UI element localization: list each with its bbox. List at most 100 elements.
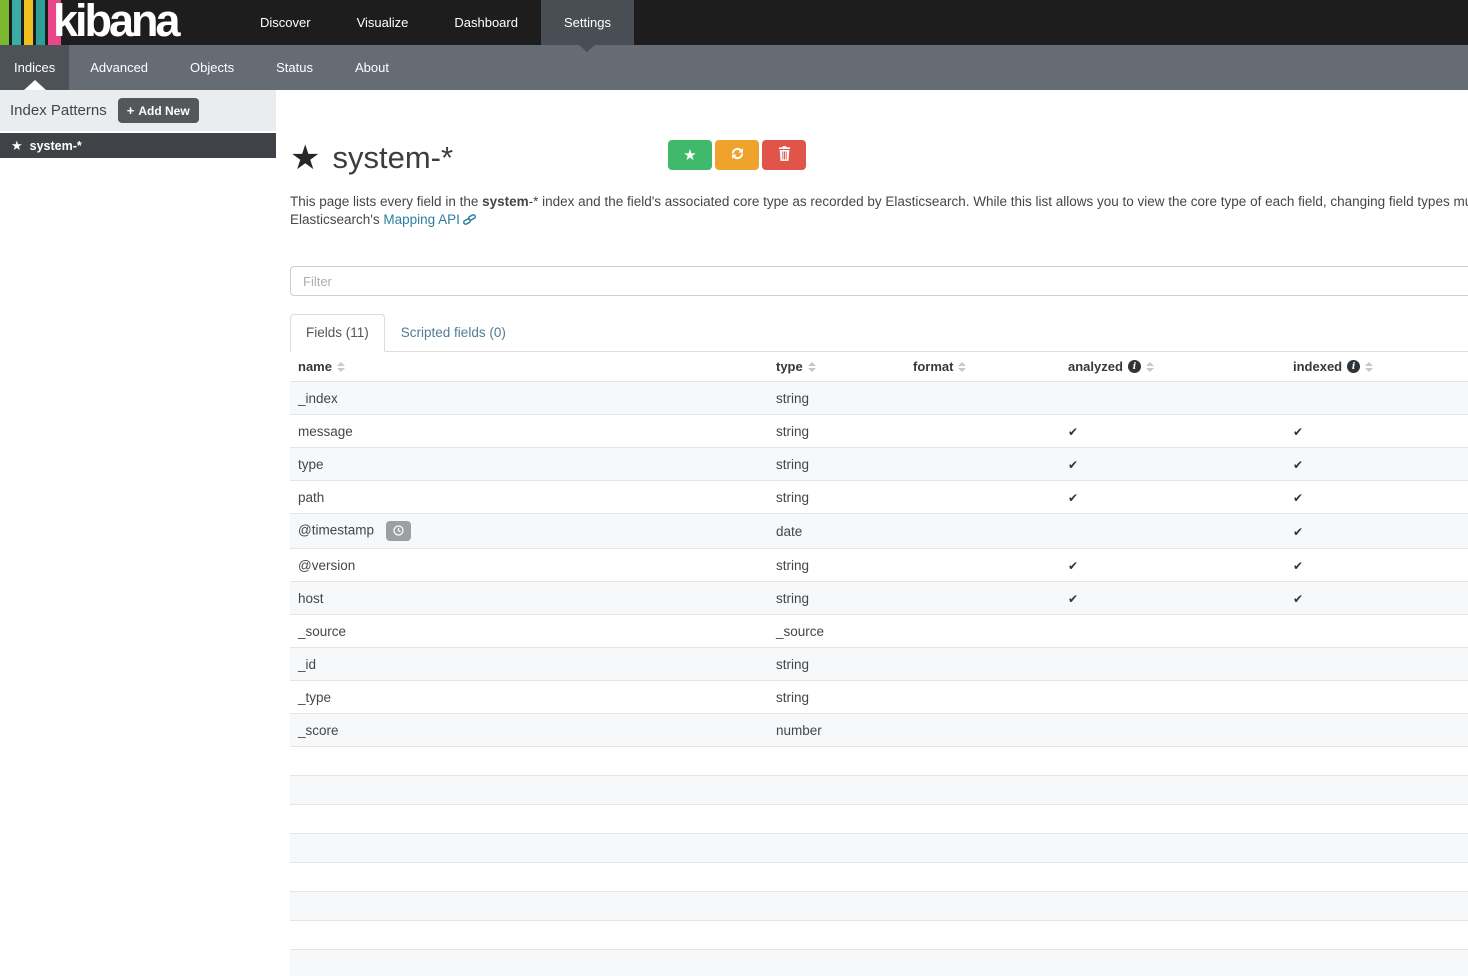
field-indexed-cell: ✔: [1285, 549, 1468, 582]
delete-index-pattern-button[interactable]: [762, 140, 806, 170]
field-analyzed-cell: [1060, 648, 1285, 681]
field-analyzed-cell: [1060, 382, 1285, 415]
field-format-cell: [905, 582, 1060, 615]
info-icon: i: [1347, 360, 1360, 373]
field-type-cell: _source: [768, 615, 905, 648]
indexed-check-icon: ✔: [1293, 559, 1303, 573]
set-default-index-button[interactable]: ★: [668, 140, 712, 170]
info-icon: i: [1128, 360, 1141, 373]
empty-cell: [290, 950, 1468, 976]
field-format-cell: [905, 415, 1060, 448]
field-format-cell: [905, 481, 1060, 514]
field-indexed-cell: [1285, 648, 1468, 681]
column-header-analyzed[interactable]: analyzedi: [1060, 352, 1285, 382]
column-header-name[interactable]: name: [290, 352, 768, 382]
field-name: _index: [298, 391, 338, 406]
kibana-logo-text: kibana: [53, 0, 178, 45]
field-name: _id: [298, 657, 316, 672]
analyzed-check-icon: ✔: [1068, 491, 1078, 505]
field-format-cell: [905, 382, 1060, 415]
table-row: _scorenumber: [290, 714, 1468, 747]
empty-table-row: [290, 776, 1468, 805]
nav-item-dashboard[interactable]: Dashboard: [431, 0, 541, 45]
field-indexed-cell: ✔: [1285, 582, 1468, 615]
indexed-check-icon: ✔: [1293, 425, 1303, 439]
column-header-type[interactable]: type: [768, 352, 905, 382]
empty-cell: [290, 892, 1468, 921]
subnav-item-indices[interactable]: Indices: [0, 45, 69, 90]
field-analyzed-cell: [1060, 615, 1285, 648]
subnav-item-objects[interactable]: Objects: [169, 45, 255, 90]
field-name-cell: path: [290, 481, 768, 514]
field-name-cell: message: [290, 415, 768, 448]
nav-item-discover[interactable]: Discover: [237, 0, 334, 45]
field-format-cell: [905, 448, 1060, 481]
description-index-suffix: -*: [529, 194, 539, 209]
time-field-toggle-button[interactable]: [386, 521, 411, 541]
analyzed-check-icon: ✔: [1068, 559, 1078, 573]
empty-table-row: [290, 950, 1468, 976]
kibana-logo-bars-icon: [0, 0, 61, 45]
sort-icon: [808, 362, 816, 372]
sidebar-item-label: system-*: [30, 139, 82, 153]
field-indexed-cell: [1285, 615, 1468, 648]
fields-tabs: Fields (11) Scripted fields (0): [290, 314, 1468, 352]
field-type-cell: string: [768, 648, 905, 681]
table-row: @timestamp date ✔: [290, 514, 1468, 549]
tab-scripted-fields[interactable]: Scripted fields (0): [385, 314, 522, 352]
empty-table-row: [290, 892, 1468, 921]
link-icon: [463, 213, 476, 226]
field-name: @version: [298, 558, 355, 573]
column-label: name: [298, 359, 332, 374]
field-name-cell: _id: [290, 648, 768, 681]
field-type-cell: string: [768, 582, 905, 615]
field-format-cell: [905, 681, 1060, 714]
empty-table-row: [290, 863, 1468, 892]
field-name: @timestamp: [298, 523, 374, 538]
empty-cell: [290, 921, 1468, 950]
field-analyzed-cell: [1060, 681, 1285, 714]
indexed-check-icon: ✔: [1293, 525, 1303, 539]
column-header-indexed[interactable]: indexedi: [1285, 352, 1468, 382]
subnav-item-about[interactable]: About: [334, 45, 410, 90]
star-icon: ★: [11, 139, 23, 152]
tab-fields[interactable]: Fields (11): [290, 314, 385, 352]
empty-cell: [290, 747, 1468, 776]
refresh-fields-button[interactable]: [715, 140, 759, 170]
field-indexed-cell: ✔: [1285, 448, 1468, 481]
description-text: This page lists every field in the: [290, 194, 482, 209]
empty-cell: [290, 776, 1468, 805]
analyzed-check-icon: ✔: [1068, 458, 1078, 472]
subnav-item-status[interactable]: Status: [255, 45, 334, 90]
field-name-cell: _index: [290, 382, 768, 415]
nav-item-settings[interactable]: Settings: [541, 0, 634, 45]
field-format-cell: [905, 648, 1060, 681]
field-type-cell: date: [768, 514, 905, 549]
field-analyzed-cell: ✔: [1060, 582, 1285, 615]
sort-icon: [1146, 362, 1154, 372]
field-format-cell: [905, 714, 1060, 747]
page-description: This page lists every field in the syste…: [290, 193, 1468, 229]
nav-item-visualize[interactable]: Visualize: [334, 0, 432, 45]
field-analyzed-cell: ✔: [1060, 549, 1285, 582]
sort-icon: [1365, 362, 1373, 372]
add-new-button[interactable]: + Add New: [118, 98, 199, 123]
index-patterns-sidebar: Index Patterns + Add New ★ system-*: [0, 90, 276, 158]
fields-table: name type format analyzedi indexedi _ind…: [290, 352, 1468, 976]
subnav-item-advanced[interactable]: Advanced: [69, 45, 169, 90]
empty-table-row: [290, 834, 1468, 863]
index-action-buttons: ★: [668, 140, 806, 170]
field-name: _type: [298, 690, 331, 705]
kibana-logo[interactable]: kibana: [0, 0, 237, 45]
column-header-format[interactable]: format: [905, 352, 1060, 382]
field-name-cell: _score: [290, 714, 768, 747]
table-row: hoststring✔✔: [290, 582, 1468, 615]
sidebar-item-system-pattern[interactable]: ★ system-*: [0, 133, 276, 158]
mapping-api-link[interactable]: Mapping API: [383, 212, 476, 227]
filter-input[interactable]: [290, 266, 1468, 296]
field-name-cell: _source: [290, 615, 768, 648]
app-nav-items: Discover Visualize Dashboard Settings: [237, 0, 634, 45]
field-format-cell: [905, 549, 1060, 582]
table-row: @versionstring✔✔: [290, 549, 1468, 582]
field-analyzed-cell: ✔: [1060, 448, 1285, 481]
